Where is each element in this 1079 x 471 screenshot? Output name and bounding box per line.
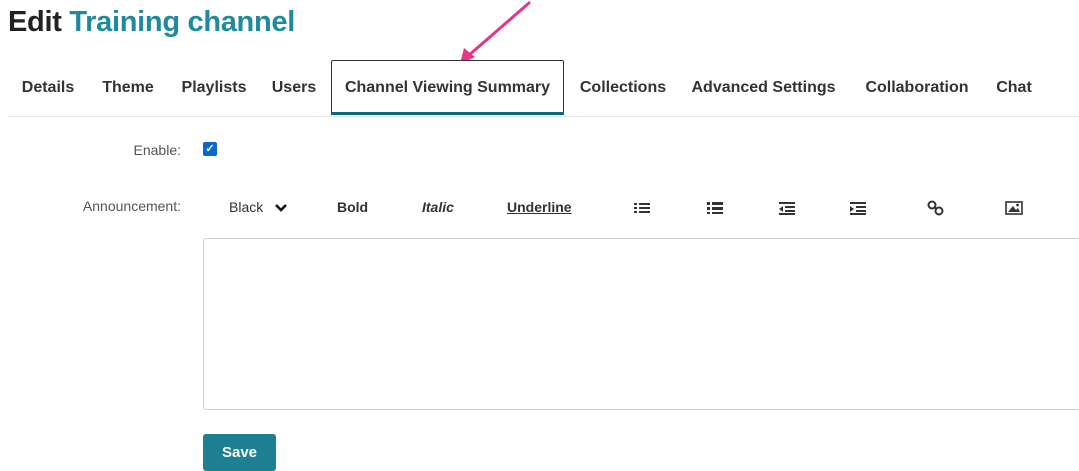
tab-channel-viewing-summary[interactable]: Channel Viewing Summary <box>331 60 564 115</box>
link-icon[interactable] <box>927 190 945 224</box>
enable-label: Enable: <box>133 142 181 158</box>
save-button[interactable]: Save <box>203 434 276 471</box>
tab-theme[interactable]: Theme <box>96 60 160 115</box>
tab-advanced-settings[interactable]: Advanced Settings <box>686 60 841 115</box>
tab-collaboration[interactable]: Collaboration <box>858 60 976 115</box>
italic-button[interactable]: Italic <box>422 190 454 224</box>
chevron-down-icon <box>275 199 288 215</box>
page-title: Edit Training channel <box>8 6 295 39</box>
font-color-select[interactable]: Black <box>229 190 288 224</box>
ordered-list-icon[interactable] <box>707 190 723 224</box>
tab-chat[interactable]: Chat <box>990 60 1038 115</box>
editor-toolbar: Black Bold Italic Underline <box>0 190 1079 224</box>
indent-icon[interactable] <box>850 190 866 224</box>
tab-details[interactable]: Details <box>8 60 88 115</box>
font-color-value: Black <box>229 199 264 215</box>
outdent-icon[interactable] <box>779 190 795 224</box>
enable-checkbox[interactable]: ✓ <box>203 142 217 156</box>
tab-collections[interactable]: Collections <box>573 60 673 115</box>
tab-playlists[interactable]: Playlists <box>176 60 252 115</box>
tab-bar-divider <box>8 116 1079 117</box>
unordered-list-icon[interactable] <box>634 190 650 224</box>
bold-button[interactable]: Bold <box>337 190 368 224</box>
underline-button[interactable]: Underline <box>507 190 572 224</box>
channel-name: Training channel <box>69 6 295 38</box>
image-icon[interactable] <box>1005 190 1023 224</box>
announcement-editor[interactable] <box>203 238 1079 410</box>
page-title-prefix: Edit <box>8 6 62 38</box>
tab-users[interactable]: Users <box>267 60 321 115</box>
